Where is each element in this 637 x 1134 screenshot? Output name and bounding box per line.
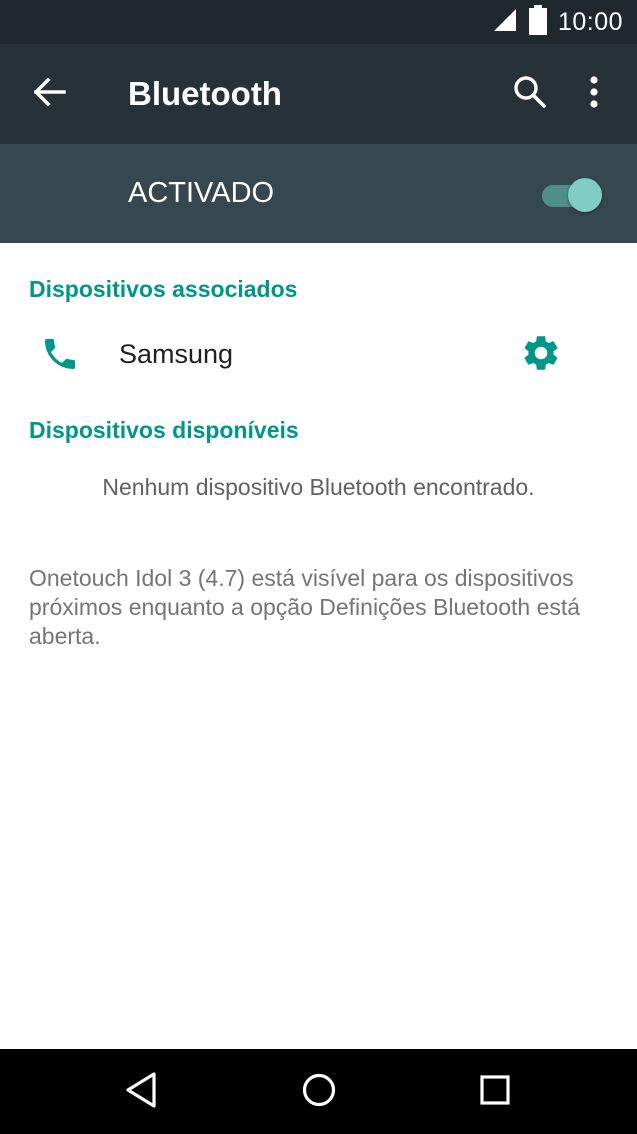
home-circle-icon xyxy=(301,1072,337,1113)
bluetooth-settings-screen: 10:00 Bluetooth ACTIVADO Dispositivos as… xyxy=(0,0,637,1134)
more-vert-icon xyxy=(589,75,599,113)
paired-devices-header: Dispositivos associados xyxy=(29,276,298,302)
back-arrow-icon xyxy=(33,77,66,111)
page-title: Bluetooth xyxy=(128,75,282,112)
back-button[interactable] xyxy=(22,70,78,118)
phone-icon xyxy=(40,334,80,374)
more-options-button[interactable] xyxy=(570,70,618,118)
navigation-bar xyxy=(0,1049,637,1134)
bluetooth-switch-bar[interactable]: ACTIVADO xyxy=(0,144,637,243)
device-settings-button[interactable] xyxy=(518,332,564,378)
toggle-thumb xyxy=(568,178,602,212)
device-name: Samsung xyxy=(119,339,234,369)
nav-back-button[interactable] xyxy=(114,1065,168,1119)
search-icon xyxy=(513,75,547,114)
battery-icon xyxy=(528,4,548,40)
signal-icon xyxy=(492,7,518,38)
paired-device-row[interactable]: Samsung xyxy=(0,316,637,392)
status-time: 10:00 xyxy=(557,7,623,36)
nav-home-button[interactable] xyxy=(292,1065,346,1119)
recents-square-icon xyxy=(479,1074,511,1111)
gear-icon xyxy=(520,332,562,379)
nav-recents-button[interactable] xyxy=(468,1065,522,1119)
bluetooth-toggle[interactable] xyxy=(540,176,604,212)
visibility-message: Onetouch Idol 3 (4.7) está visível para … xyxy=(29,565,581,649)
search-button[interactable] xyxy=(506,70,554,118)
status-icons: 10:00 xyxy=(492,0,623,44)
available-devices-header: Dispositivos disponíveis xyxy=(29,417,299,443)
status-bar: 10:00 xyxy=(0,0,637,44)
bluetooth-switch-label: ACTIVADO xyxy=(128,177,275,209)
back-triangle-icon xyxy=(124,1071,158,1114)
toolbar: Bluetooth xyxy=(0,44,637,144)
no-devices-message: Nenhum dispositivo Bluetooth encontrado. xyxy=(102,474,535,500)
